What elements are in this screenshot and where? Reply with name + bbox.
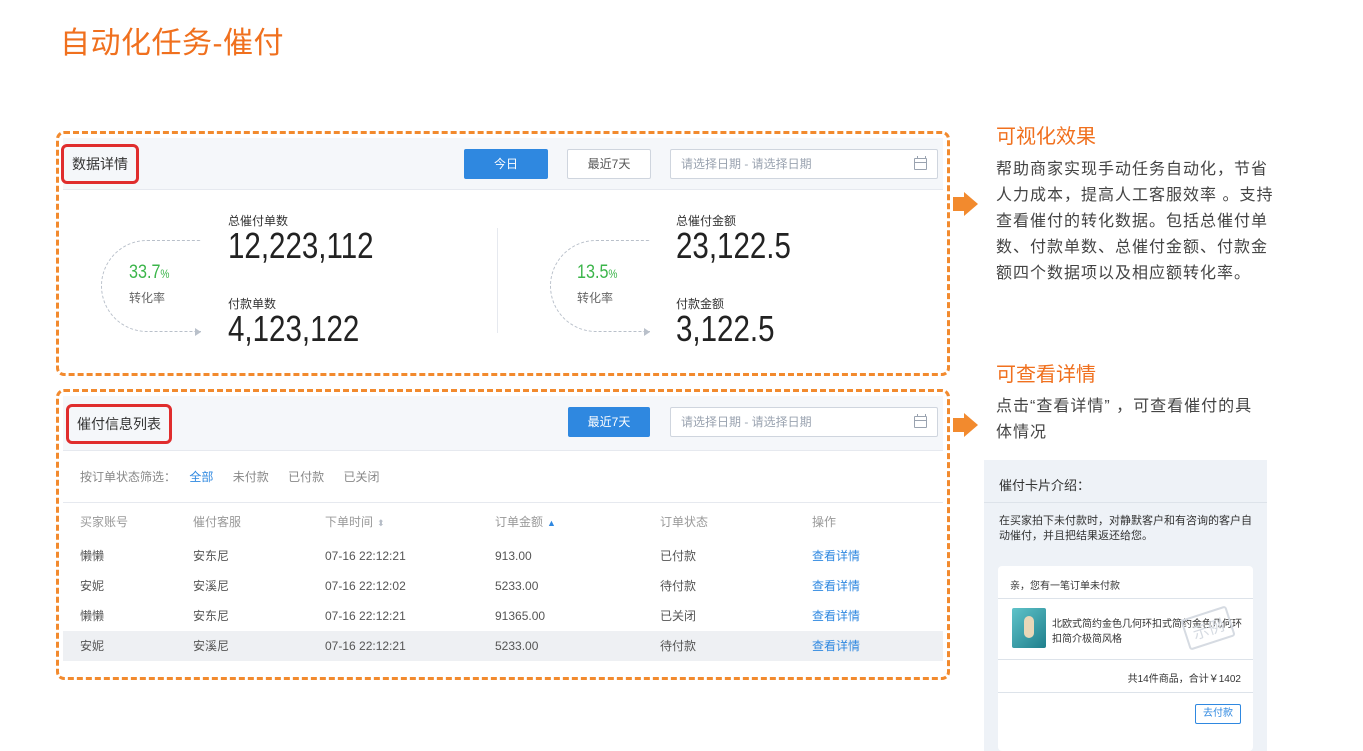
cell-status: 已付款	[660, 549, 697, 563]
filter-closed[interactable]: 已关闭	[343, 470, 379, 484]
filter-paid[interactable]: 已付款	[288, 470, 324, 484]
order-total: 共14件商品，合计￥1402	[1127, 674, 1241, 685]
paid-count-value: 4,123,122	[228, 308, 360, 349]
card-divider	[984, 502, 1267, 503]
table-row: 安妮 安溪尼 07-16 22:12:02 5233.00 待付款 查看详情	[63, 571, 943, 601]
message-divider	[998, 692, 1253, 693]
list-date-range-picker[interactable]: 请选择日期 - 请选择日期	[670, 407, 938, 437]
visualization-description: 帮助商家实现手动任务自动化，节省人力成本，提高人工客服效率 。支持查看催付的转化…	[996, 161, 1274, 282]
arc-arrow-icon	[644, 328, 650, 336]
right-conversion-rate: 13.5%	[577, 262, 618, 283]
view-detail-link[interactable]: 查看详情	[812, 571, 943, 601]
view-detail-link[interactable]: 查看详情	[812, 601, 943, 631]
list-panel: 催付信息列表 最近7天 请选择日期 - 请选择日期 按订单状态筛选： 全部 未付…	[63, 396, 943, 673]
left-conversion-rate: 33.7%	[129, 262, 170, 283]
cell-buyer: 懒懒	[80, 609, 105, 623]
conversion-arc	[101, 240, 201, 332]
product-image	[1012, 608, 1046, 648]
col-action: 操作	[812, 502, 943, 541]
visualization-heading: 可视化效果	[996, 126, 1096, 148]
cell-buyer: 安妮	[80, 579, 105, 593]
cell-buyer: 安妮	[63, 630, 193, 661]
order-status-filter: 按订单状态筛选： 全部 未付款 已付款 已关闭	[80, 468, 395, 485]
col-agent: 催付客服	[193, 502, 325, 541]
filter-all[interactable]: 全部	[189, 470, 213, 484]
list-last-7-days-button[interactable]: 最近7天	[568, 407, 650, 437]
conversion-arc	[550, 240, 650, 332]
sort-up-icon[interactable]: ▲	[547, 518, 556, 528]
calendar-icon[interactable]	[914, 414, 927, 428]
filter-label: 按订单状态筛选：	[80, 470, 177, 484]
table-header-row: 买家账号 催付客服 下单时间 ⬍ 订单金额 ▲ 订单状态 操作	[63, 502, 943, 541]
cell-status: 待付款	[660, 579, 697, 593]
cell-amount: 913.00	[495, 548, 532, 563]
cell-time: 07-16 22:12:21	[325, 608, 406, 623]
left-conversion-label: 转化率	[129, 291, 166, 305]
page-title: 自动化任务-催付	[60, 27, 284, 60]
urge-card-preview: 催付卡片介绍： 在买家拍下未付款时，对静默客户和有咨询的客户自动催付，并且把结果…	[984, 460, 1267, 751]
detail-description: 点击“查看详情” ，可查看催付的具体情况	[996, 398, 1253, 441]
table-row: 懒懒 安东尼 07-16 22:12:21 913.00 已付款 查看详情	[63, 541, 943, 571]
cell-agent: 安东尼	[193, 549, 230, 563]
message-divider	[998, 598, 1253, 599]
cell-time: 07-16 22:12:21	[325, 630, 495, 661]
card-title: 催付卡片介绍：	[999, 478, 1091, 493]
cell-agent: 安溪尼	[193, 630, 325, 661]
col-amount[interactable]: 订单金额 ▲	[495, 502, 660, 541]
sort-icon[interactable]: ⬍	[377, 518, 385, 528]
cell-status: 已关闭	[660, 609, 697, 623]
col-order-time[interactable]: 下单时间 ⬍	[325, 502, 495, 541]
cell-agent: 安溪尼	[193, 579, 230, 593]
cell-time: 07-16 22:12:02	[325, 578, 406, 593]
table-row: 懒懒 安东尼 07-16 22:12:21 91365.00 已关闭 查看详情	[63, 601, 943, 631]
paid-amount-value: 3,122.5	[676, 308, 775, 349]
filter-unpaid[interactable]: 未付款	[233, 470, 269, 484]
data-panel: 数据详情 今日 最近7天 请选择日期 - 请选择日期 33.7% 转化率 总催付…	[61, 138, 943, 370]
view-detail-link[interactable]: 查看详情	[812, 630, 943, 661]
date-range-placeholder: 请选择日期 - 请选择日期	[681, 157, 812, 171]
message-card: 亲，您有一笔订单未付款 北欧式简约金色几何环扣式简约金色几何环扣简介极简风格 示…	[998, 566, 1253, 751]
table-row: 安妮 安溪尼 07-16 22:12:21 5233.00 待付款 查看详情	[63, 630, 943, 661]
calendar-icon[interactable]	[914, 156, 927, 170]
message-text: 亲，您有一笔订单未付款	[1010, 581, 1120, 592]
total-urge-count-value: 12,223,112	[228, 225, 374, 266]
message-divider	[998, 659, 1253, 660]
view-detail-link[interactable]: 查看详情	[812, 541, 943, 571]
arc-arrow-icon	[195, 328, 201, 336]
right-conversion-label: 转化率	[577, 291, 614, 305]
cell-amount: 5233.00	[495, 578, 539, 593]
last-7-days-button[interactable]: 最近7天	[567, 149, 651, 179]
cell-status: 待付款	[660, 630, 812, 661]
col-buyer: 买家账号	[63, 502, 193, 541]
detail-heading: 可查看详情	[996, 364, 1096, 386]
stats-divider	[497, 228, 498, 333]
urge-list-table: 买家账号 催付客服 下单时间 ⬍ 订单金额 ▲ 订单状态 操作 懒懒 安东尼 07-…	[63, 502, 943, 661]
list-panel-title: 催付信息列表	[66, 404, 172, 444]
list-date-range-placeholder: 请选择日期 - 请选择日期	[681, 415, 812, 429]
col-status: 订单状态	[660, 502, 812, 541]
go-pay-button[interactable]: 去付款	[1195, 704, 1241, 724]
cell-amount: 5233.00	[495, 630, 660, 661]
data-panel-title: 数据详情	[61, 144, 139, 184]
cell-agent: 安东尼	[193, 609, 230, 623]
today-button[interactable]: 今日	[464, 149, 548, 179]
date-range-picker[interactable]: 请选择日期 - 请选择日期	[670, 149, 938, 179]
cell-buyer: 懒懒	[80, 549, 105, 563]
cell-time: 07-16 22:12:21	[325, 548, 406, 563]
total-urge-amount-value: 23,122.5	[676, 225, 791, 266]
cell-amount: 91365.00	[495, 608, 546, 623]
card-description: 在买家拍下未付款时，对静默客户和有咨询的客户自动催付，并且把结果返还给您。	[999, 515, 1252, 542]
